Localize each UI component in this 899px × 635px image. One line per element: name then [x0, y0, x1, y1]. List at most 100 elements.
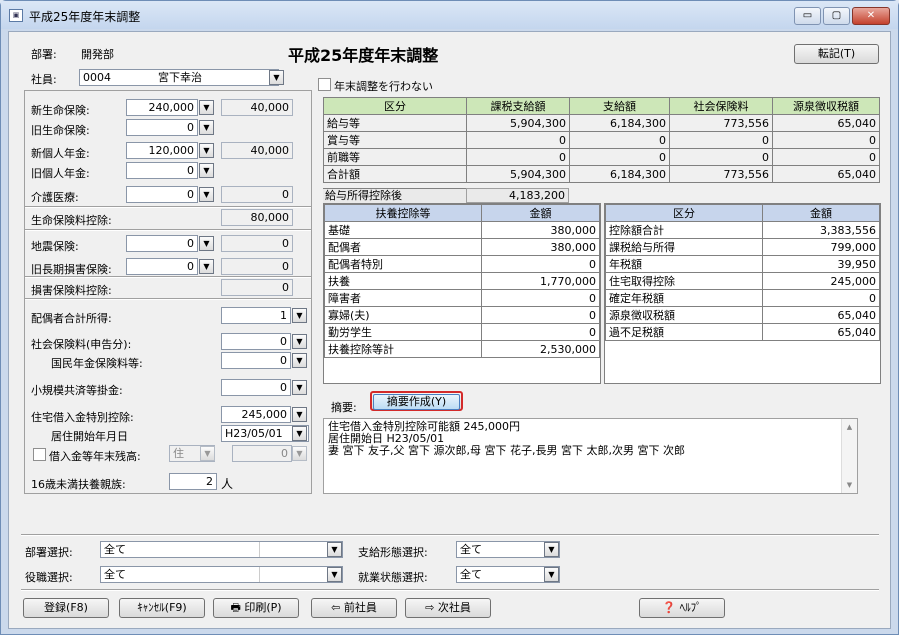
cell: 65,040: [762, 306, 880, 324]
earthquake-dropdown[interactable]: ▼: [199, 236, 214, 251]
new-life-dropdown[interactable]: ▼: [199, 100, 214, 115]
no-adjust-checkbox[interactable]: [318, 78, 331, 91]
table-row[interactable]: 扶養控除等計 2,530,000: [324, 340, 600, 358]
residence-start-dropdown[interactable]: ▼: [292, 426, 307, 441]
small-biz-input[interactable]: 0: [221, 379, 291, 396]
social-ins-dropdown[interactable]: ▼: [292, 334, 307, 349]
old-longterm-input[interactable]: 0: [126, 258, 198, 275]
housing-loan-dropdown[interactable]: ▼: [292, 407, 307, 422]
new-pension-input[interactable]: 120,000: [126, 142, 198, 159]
housing-loan-input[interactable]: 245,000: [221, 406, 291, 423]
cell: 課税給与所得: [605, 238, 763, 256]
national-pension-input[interactable]: 0: [221, 352, 291, 369]
new-pension-dropdown[interactable]: ▼: [199, 143, 214, 158]
cell: 0: [772, 131, 880, 149]
small-biz-dropdown[interactable]: ▼: [292, 380, 307, 395]
cancel-button[interactable]: ｷｬﾝｾﾙ(F9): [119, 598, 205, 618]
summary-scrollbar[interactable]: ▲ ▼: [841, 419, 857, 493]
table-row[interactable]: 賞与等 0 0 0 0: [323, 131, 880, 149]
cell: 0: [669, 131, 773, 149]
table-row[interactable]: 基礎 380,000: [324, 221, 600, 239]
old-life-input[interactable]: 0: [126, 119, 198, 136]
close-button[interactable]: ✕: [852, 7, 890, 25]
spouse-income-dropdown[interactable]: ▼: [292, 308, 307, 323]
help-button[interactable]: ❓ ﾍﾙﾌﾟ: [639, 598, 725, 618]
tax-table: 区分 金額 控除額合計 3,383,556 課税給与所得 799,000 年税額 39,…: [604, 203, 881, 384]
old-pension-dropdown[interactable]: ▼: [199, 163, 214, 178]
cell: 0: [569, 148, 670, 166]
table-row[interactable]: 給与等 5,904,300 6,184,300 773,556 65,040: [323, 114, 880, 132]
create-summary-button[interactable]: 摘要作成(Y): [373, 394, 460, 410]
cell: 扶養控除等計: [324, 340, 482, 358]
care-input[interactable]: 0: [126, 186, 198, 203]
dept-filter-select[interactable]: 全て: [100, 541, 343, 558]
create-summary-button-frame[interactable]: 摘要作成(Y): [370, 391, 463, 411]
pay-type-dropdown[interactable]: ▼: [544, 542, 559, 557]
table-row[interactable]: 配偶者特別 0: [324, 255, 600, 273]
table-row[interactable]: 控除額合計 3,383,556: [605, 221, 880, 239]
old-life-dropdown[interactable]: ▼: [199, 120, 214, 135]
dept-value: 開発部: [81, 48, 114, 61]
loan-balance-checkbox[interactable]: [33, 448, 46, 461]
pay-type-label: 支給形態選択:: [358, 546, 428, 559]
old-life-label: 旧生命保険:: [31, 124, 90, 137]
cell: 0: [569, 131, 670, 149]
position-filter-dropdown[interactable]: ▼: [327, 567, 342, 582]
register-button[interactable]: 登録(F8): [23, 598, 109, 618]
summary-textarea[interactable]: 住宅借入金特別控除可能額 245,000円 居住開始日 H23/05/01 妻 …: [323, 418, 858, 494]
table-row[interactable]: 過不足税額 65,040: [605, 323, 880, 341]
col-header: 社会保険料: [669, 97, 773, 115]
cell: 6,184,300: [569, 165, 670, 183]
table-row[interactable]: 住宅取得控除 245,000: [605, 272, 880, 290]
prev-label: 前社員: [343, 601, 377, 614]
table-row[interactable]: 年税額 39,950: [605, 255, 880, 273]
prev-employee-button[interactable]: ⇦ 前社員: [311, 598, 397, 618]
earthquake-input[interactable]: 0: [126, 235, 198, 252]
after-deduction-value: 4,183,200: [466, 188, 569, 203]
cell: 1,770,000: [481, 272, 600, 290]
table-row[interactable]: 合計額 5,904,300 6,184,300 773,556 65,040: [323, 165, 880, 183]
divider: [25, 229, 311, 231]
print-button[interactable]: 🖶 印刷(P): [213, 598, 299, 618]
care-dropdown[interactable]: ▼: [199, 187, 214, 202]
under16-input[interactable]: 2: [169, 473, 217, 490]
earthquake-label: 地震保険:: [31, 240, 79, 253]
table-row[interactable]: 障害者 0: [324, 289, 600, 307]
col-header: 源泉徴収税額: [772, 97, 880, 115]
table-row[interactable]: 前職等 0 0 0 0: [323, 148, 880, 166]
employee-select[interactable]: 0004 宮下幸治: [79, 69, 279, 86]
damage-deduction-value: 0: [221, 279, 293, 296]
divider: [259, 542, 260, 557]
minimize-button[interactable]: ▭: [794, 7, 821, 25]
national-pension-dropdown[interactable]: ▼: [292, 353, 307, 368]
employment-dropdown[interactable]: ▼: [544, 567, 559, 582]
table-row[interactable]: 課税給与所得 799,000: [605, 238, 880, 256]
social-ins-input[interactable]: 0: [221, 333, 291, 350]
table-row[interactable]: 扶養 1,770,000: [324, 272, 600, 290]
table-row[interactable]: 源泉徴収税額 65,040: [605, 306, 880, 324]
residence-start-label: 居住開始年月日: [51, 430, 128, 443]
table-row[interactable]: 配偶者 380,000: [324, 238, 600, 256]
summary-line: 妻 宮下 友子,父 宮下 源次郎,母 宮下 花子,長男 宮下 太郎,次男 宮下 …: [328, 444, 685, 457]
table-row[interactable]: 勤労学生 0: [324, 323, 600, 341]
old-longterm-dropdown[interactable]: ▼: [199, 259, 214, 274]
scroll-down-icon[interactable]: ▼: [842, 479, 857, 491]
cell: 2,530,000: [481, 340, 600, 358]
scroll-up-icon[interactable]: ▲: [842, 421, 857, 433]
next-employee-button[interactable]: ⇨ 次社員: [405, 598, 491, 618]
position-filter-select[interactable]: 全て: [100, 566, 343, 583]
cell: 380,000: [481, 238, 600, 256]
new-life-input[interactable]: 240,000: [126, 99, 198, 116]
old-pension-input[interactable]: 0: [126, 162, 198, 179]
cell: 5,904,300: [466, 114, 570, 132]
col-header: 区分: [323, 97, 467, 115]
employee-dropdown[interactable]: ▼: [269, 70, 284, 85]
cell: 799,000: [762, 238, 880, 256]
spouse-income-input[interactable]: 1: [221, 307, 291, 324]
transfer-button[interactable]: 転記(T): [794, 44, 879, 64]
title-bar[interactable]: ▣ 平成25年度年末調整 ▭ ▢ ✕: [1, 1, 898, 29]
maximize-button[interactable]: ▢: [823, 7, 850, 25]
table-row[interactable]: 寡婦(夫) 0: [324, 306, 600, 324]
dept-filter-dropdown[interactable]: ▼: [327, 542, 342, 557]
table-row[interactable]: 確定年税額 0: [605, 289, 880, 307]
